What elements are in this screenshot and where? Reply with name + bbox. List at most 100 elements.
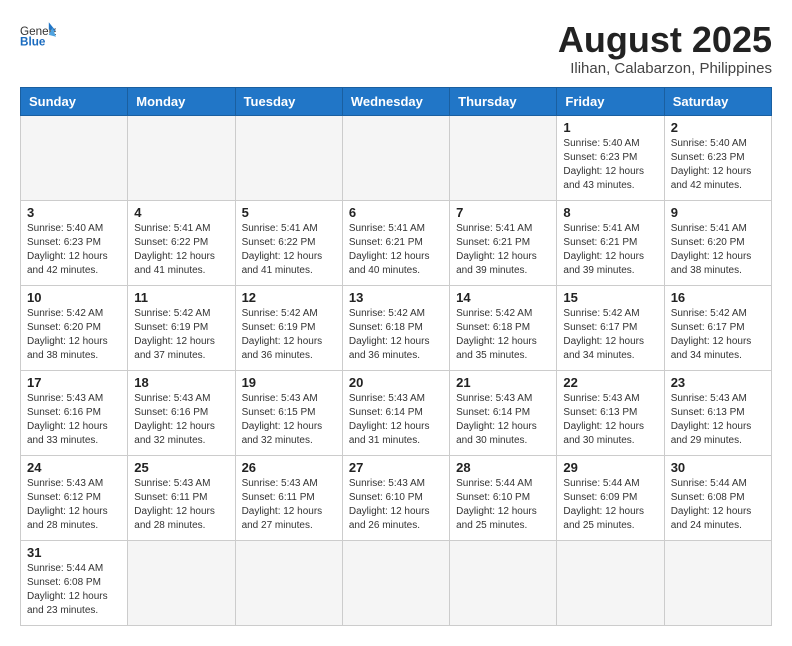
day-number: 12 [242,290,336,305]
calendar-cell: 28Sunrise: 5:44 AM Sunset: 6:10 PM Dayli… [450,455,557,540]
day-info: Sunrise: 5:43 AM Sunset: 6:11 PM Dayligh… [242,477,336,533]
weekday-header-sunday: Sunday [21,87,128,115]
calendar-cell: 13Sunrise: 5:42 AM Sunset: 6:18 PM Dayli… [342,285,449,370]
day-number: 15 [563,290,657,305]
day-number: 5 [242,205,336,220]
calendar-cell [664,540,771,625]
weekday-header-monday: Monday [128,87,235,115]
day-number: 24 [27,460,121,475]
weekday-header-thursday: Thursday [450,87,557,115]
day-info: Sunrise: 5:43 AM Sunset: 6:16 PM Dayligh… [134,392,228,448]
calendar-cell [235,540,342,625]
calendar-cell [342,540,449,625]
day-number: 6 [349,205,443,220]
page-header: General Blue August 2025 Ilihan, Calabar… [20,20,772,77]
day-number: 2 [671,120,765,135]
calendar-cell: 9 Sunrise: 5:41 AM Sunset: 6:20 PM Daylig… [664,200,771,285]
day-number: 22 [563,375,657,390]
calendar-cell: 7Sunrise: 5:41 AM Sunset: 6:21 PM Daylig… [450,200,557,285]
day-number: 27 [349,460,443,475]
day-info: Sunrise: 5:43 AM Sunset: 6:10 PM Dayligh… [349,477,443,533]
day-number: 29 [563,460,657,475]
day-info: Sunrise: 5:40 AM Sunset: 6:23 PM Dayligh… [671,137,765,193]
day-info: Sunrise: 5:42 AM Sunset: 6:18 PM Dayligh… [349,307,443,363]
day-number: 8 [563,205,657,220]
calendar-cell [128,115,235,200]
day-number: 21 [456,375,550,390]
calendar-cell [450,540,557,625]
day-number: 30 [671,460,765,475]
day-info: Sunrise: 5:43 AM Sunset: 6:13 PM Dayligh… [671,392,765,448]
svg-text:Blue: Blue [20,36,46,48]
calendar-week-2: 3Sunrise: 5:40 AM Sunset: 6:23 PM Daylig… [21,200,772,285]
calendar-cell: 31 Sunrise: 5:44 AM Sunset: 6:08 PM Dayli… [21,540,128,625]
day-info: Sunrise: 5:43 AM Sunset: 6:12 PM Dayligh… [27,477,121,533]
calendar-cell: 5 Sunrise: 5:41 AM Sunset: 6:22 PM Daylig… [235,200,342,285]
calendar-cell: 27 Sunrise: 5:43 AM Sunset: 6:10 PM Dayli… [342,455,449,540]
calendar-cell: 4 Sunrise: 5:41 AM Sunset: 6:22 PM Daylig… [128,200,235,285]
calendar-week-4: 17 Sunrise: 5:43 AM Sunset: 6:16 PM Dayli… [21,370,772,455]
calendar-cell: 3Sunrise: 5:40 AM Sunset: 6:23 PM Daylig… [21,200,128,285]
weekday-header-friday: Friday [557,87,664,115]
day-info: Sunrise: 5:41 AM Sunset: 6:22 PM Dayligh… [134,222,228,278]
calendar-cell: 23 Sunrise: 5:43 AM Sunset: 6:13 PM Dayli… [664,370,771,455]
calendar-cell [235,115,342,200]
day-info: Sunrise: 5:44 AM Sunset: 6:08 PM Dayligh… [27,562,121,618]
calendar-cell: 20Sunrise: 5:43 AM Sunset: 6:14 PM Dayli… [342,370,449,455]
day-number: 25 [134,460,228,475]
month-year-title: August 2025 [558,20,772,60]
day-info: Sunrise: 5:40 AM Sunset: 6:23 PM Dayligh… [563,137,657,193]
calendar-week-1: 1 Sunrise: 5:40 AM Sunset: 6:23 PM Daylig… [21,115,772,200]
day-info: Sunrise: 5:43 AM Sunset: 6:16 PM Dayligh… [27,392,121,448]
day-number: 10 [27,290,121,305]
day-info: Sunrise: 5:42 AM Sunset: 6:17 PM Dayligh… [563,307,657,363]
calendar-cell: 25 Sunrise: 5:43 AM Sunset: 6:11 PM Dayli… [128,455,235,540]
weekday-header-wednesday: Wednesday [342,87,449,115]
day-number: 19 [242,375,336,390]
day-number: 18 [134,375,228,390]
calendar-cell [557,540,664,625]
day-number: 7 [456,205,550,220]
calendar-cell: 26 Sunrise: 5:43 AM Sunset: 6:11 PM Dayli… [235,455,342,540]
day-number: 1 [563,120,657,135]
calendar-cell: 24 Sunrise: 5:43 AM Sunset: 6:12 PM Dayli… [21,455,128,540]
calendar-cell: 18 Sunrise: 5:43 AM Sunset: 6:16 PM Dayli… [128,370,235,455]
logo: General Blue [20,20,56,48]
calendar-cell: 19 Sunrise: 5:43 AM Sunset: 6:15 PM Dayli… [235,370,342,455]
calendar-cell [342,115,449,200]
day-number: 11 [134,290,228,305]
day-number: 31 [27,545,121,560]
day-number: 17 [27,375,121,390]
calendar-cell: 11Sunrise: 5:42 AM Sunset: 6:19 PM Dayli… [128,285,235,370]
calendar-cell [450,115,557,200]
calendar-table: SundayMondayTuesdayWednesdayThursdayFrid… [20,87,772,626]
weekday-header-saturday: Saturday [664,87,771,115]
day-info: Sunrise: 5:43 AM Sunset: 6:15 PM Dayligh… [242,392,336,448]
day-info: Sunrise: 5:43 AM Sunset: 6:11 PM Dayligh… [134,477,228,533]
day-info: Sunrise: 5:43 AM Sunset: 6:14 PM Dayligh… [456,392,550,448]
calendar-cell [21,115,128,200]
day-number: 26 [242,460,336,475]
day-number: 9 [671,205,765,220]
calendar-week-6: 31 Sunrise: 5:44 AM Sunset: 6:08 PM Dayli… [21,540,772,625]
weekday-header-tuesday: Tuesday [235,87,342,115]
calendar-cell: 12Sunrise: 5:42 AM Sunset: 6:19 PM Dayli… [235,285,342,370]
day-number: 16 [671,290,765,305]
day-number: 23 [671,375,765,390]
day-info: Sunrise: 5:41 AM Sunset: 6:21 PM Dayligh… [563,222,657,278]
calendar-cell: 6 Sunrise: 5:41 AM Sunset: 6:21 PM Daylig… [342,200,449,285]
day-info: Sunrise: 5:41 AM Sunset: 6:21 PM Dayligh… [349,222,443,278]
weekday-header-row: SundayMondayTuesdayWednesdayThursdayFrid… [21,87,772,115]
calendar-cell: 15 Sunrise: 5:42 AM Sunset: 6:17 PM Dayli… [557,285,664,370]
location-subtitle: Ilihan, Calabarzon, Philippines [558,60,772,77]
day-number: 28 [456,460,550,475]
logo-icon: General Blue [20,20,56,48]
calendar-cell: 30Sunrise: 5:44 AM Sunset: 6:08 PM Dayli… [664,455,771,540]
title-area: August 2025 Ilihan, Calabarzon, Philippi… [558,20,772,77]
calendar-cell: 14Sunrise: 5:42 AM Sunset: 6:18 PM Dayli… [450,285,557,370]
day-number: 4 [134,205,228,220]
calendar-cell: 10Sunrise: 5:42 AM Sunset: 6:20 PM Dayli… [21,285,128,370]
day-info: Sunrise: 5:41 AM Sunset: 6:20 PM Dayligh… [671,222,765,278]
day-info: Sunrise: 5:41 AM Sunset: 6:22 PM Dayligh… [242,222,336,278]
calendar-cell: 17 Sunrise: 5:43 AM Sunset: 6:16 PM Dayli… [21,370,128,455]
